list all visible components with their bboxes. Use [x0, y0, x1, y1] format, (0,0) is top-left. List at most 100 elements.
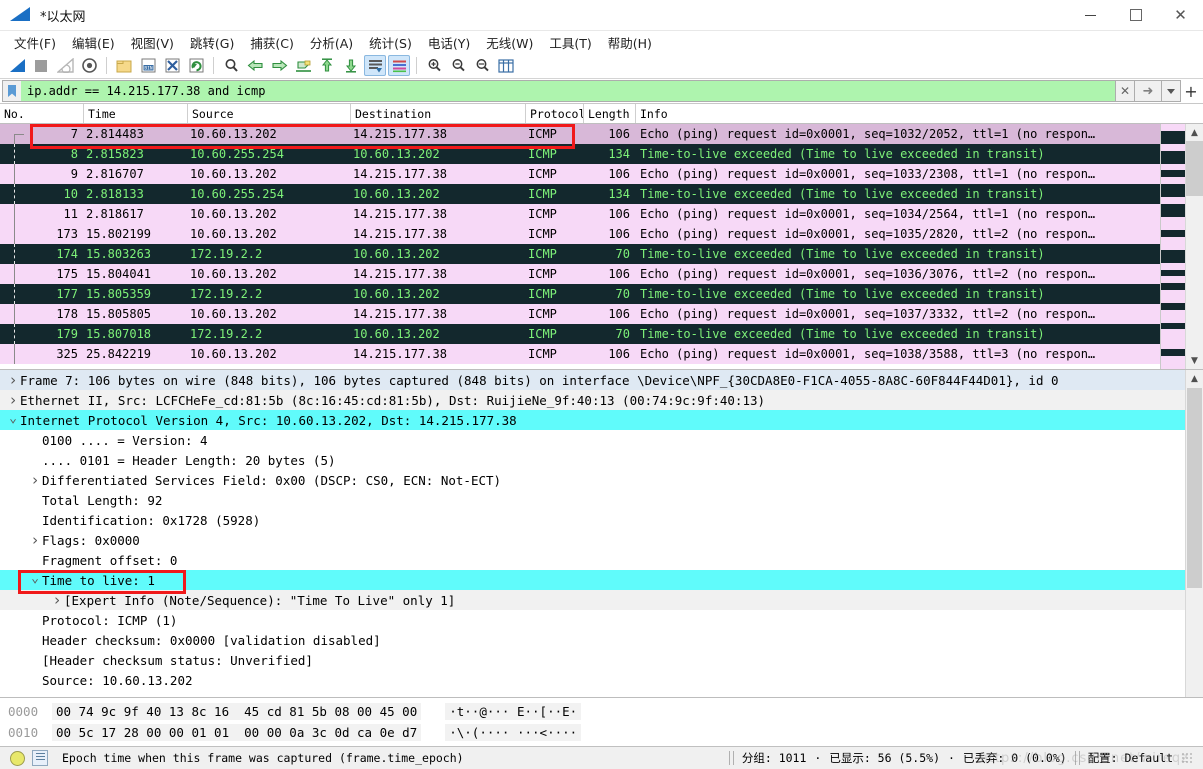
table-row[interactable]: 11 2.818617 10.60.13.202 14.215.177.38 ICMP 1…: [0, 204, 1160, 224]
save-file-icon[interactable]: BIN: [137, 55, 159, 76]
clear-filter-icon[interactable]: ✕: [1115, 80, 1135, 102]
capture-comment-icon[interactable]: [32, 750, 48, 766]
open-file-icon[interactable]: [113, 55, 135, 76]
table-row[interactable]: 325 25.842219 10.60.13.202 14.215.177.38 ICM…: [0, 344, 1160, 364]
column-header-time[interactable]: Time: [84, 104, 188, 123]
scroll-up-arrow-icon[interactable]: ▲: [1186, 124, 1203, 141]
detail-tree-row[interactable]: .... 0101 = Header Length: 20 bytes (5): [0, 450, 1185, 470]
find-packet-icon[interactable]: [220, 55, 242, 76]
column-header-protocol[interactable]: Protocol: [526, 104, 584, 123]
menu-go[interactable]: 跳转(G): [182, 31, 242, 54]
detail-tree-row[interactable]: 0100 .... = Version: 4: [0, 430, 1185, 450]
detail-tree-row[interactable]: ⌄ Time to live: 1: [0, 570, 1185, 590]
detail-tree-row[interactable]: Header checksum: 0x0000 [validation disa…: [0, 630, 1185, 650]
close-file-icon[interactable]: [161, 55, 183, 76]
packet-list-scrollbar[interactable]: ▲ ▼: [1185, 124, 1203, 369]
hex-bytes[interactable]: 00 74 9c 9f 40 13 8c 16 45 cd 81 5b 08 0…: [52, 703, 422, 720]
table-row[interactable]: 10 2.818133 10.60.255.254 10.60.13.202 ICMP 1…: [0, 184, 1160, 204]
detail-tree-row[interactable]: › [Expert Info (Note/Sequence): "Time To …: [0, 590, 1185, 610]
table-row[interactable]: 9 2.816707 10.60.13.202 14.215.177.38 ICMP 10…: [0, 164, 1160, 184]
chevron-down-icon[interactable]: ⌄: [28, 571, 42, 590]
menu-analyze[interactable]: 分析(A): [302, 31, 361, 54]
detail-scrollbar-thumb[interactable]: [1187, 388, 1202, 588]
hex-ascii[interactable]: ·\·(···· ···<····: [445, 724, 582, 741]
table-row[interactable]: 175 15.804041 10.60.13.202 14.215.177.38 ICM…: [0, 264, 1160, 284]
menu-file[interactable]: 文件(F): [6, 31, 64, 54]
detail-scrollbar[interactable]: ▲: [1185, 370, 1203, 697]
table-row[interactable]: 173 15.802199 10.60.13.202 14.215.177.38 ICM…: [0, 224, 1160, 244]
chevron-right-icon[interactable]: ›: [6, 391, 20, 409]
capture-options-icon[interactable]: [78, 55, 100, 76]
menu-telephony[interactable]: 电话(Y): [420, 31, 478, 54]
zoom-out-icon[interactable]: [447, 55, 469, 76]
menu-view[interactable]: 视图(V): [123, 31, 182, 54]
apply-filter-icon[interactable]: ➜: [1135, 80, 1162, 102]
stop-capture-icon[interactable]: [30, 55, 52, 76]
maximize-button[interactable]: [1113, 0, 1158, 30]
table-row[interactable]: 179 15.807018 172.19.2.2 10.60.13.202 ICMP 70…: [0, 324, 1160, 344]
detail-tree-row[interactable]: Source: 10.60.13.202: [0, 670, 1185, 690]
restart-capture-icon[interactable]: [54, 55, 76, 76]
menu-wireless[interactable]: 无线(W): [478, 31, 541, 54]
detail-tree-row[interactable]: › Ethernet II, Src: LCFCHeFe_cd:81:5b (8c…: [0, 390, 1185, 410]
status-profile[interactable]: 配置: Default: [1088, 750, 1173, 766]
chevron-right-icon[interactable]: ›: [28, 471, 42, 489]
column-header-info[interactable]: Info: [636, 104, 1203, 123]
hex-row[interactable]: 0010 00 5c 17 28 00 00 01 01 00 00 0a 3c…: [0, 722, 1203, 743]
go-forward-icon[interactable]: [268, 55, 290, 76]
detail-tree-row[interactable]: › Flags: 0x0000: [0, 530, 1185, 550]
menu-statistics[interactable]: 统计(S): [361, 31, 420, 54]
expert-info-bulb-icon[interactable]: [10, 750, 25, 766]
chevron-right-icon[interactable]: ›: [28, 531, 42, 549]
search-input[interactable]: ip.addr == 14.215.177.38 and icmp: [21, 80, 1115, 102]
table-row[interactable]: 174 15.803263 172.19.2.2 10.60.13.202 ICMP 70…: [0, 244, 1160, 264]
detail-tree-row[interactable]: Fragment offset: 0: [0, 550, 1185, 570]
column-header-source[interactable]: Source: [188, 104, 351, 123]
chevron-right-icon[interactable]: ›: [6, 371, 20, 389]
go-back-icon[interactable]: [244, 55, 266, 76]
table-row[interactable]: 8 2.815823 10.60.255.254 10.60.13.202 ICMP 13…: [0, 144, 1160, 164]
go-to-packet-icon[interactable]: [292, 55, 314, 76]
chevron-right-icon[interactable]: ›: [50, 591, 64, 609]
menu-edit[interactable]: 编辑(E): [64, 31, 123, 54]
zoom-reset-icon[interactable]: [471, 55, 493, 76]
detail-tree-row[interactable]: › Frame 7: 106 bytes on wire (848 bits), …: [0, 370, 1185, 390]
go-last-packet-icon[interactable]: [340, 55, 362, 76]
add-filter-button-icon[interactable]: +: [1181, 80, 1201, 102]
colorize-icon[interactable]: [388, 55, 410, 76]
start-capture-icon[interactable]: [6, 55, 28, 76]
auto-scroll-icon[interactable]: [364, 55, 386, 76]
scrollbar-thumb[interactable]: [1186, 141, 1203, 196]
table-row[interactable]: 178 15.805805 10.60.13.202 14.215.177.38 ICM…: [0, 304, 1160, 324]
detail-tree-row[interactable]: Total Length: 92: [0, 490, 1185, 510]
reload-icon[interactable]: [185, 55, 207, 76]
close-button[interactable]: ✕: [1158, 0, 1203, 30]
menu-tools[interactable]: 工具(T): [541, 31, 599, 54]
minimize-button[interactable]: [1068, 0, 1113, 30]
menu-help[interactable]: 帮助(H): [600, 31, 660, 54]
column-header-destination[interactable]: Destination: [351, 104, 526, 123]
resize-grip-icon[interactable]: [1181, 752, 1193, 764]
scroll-down-arrow-icon[interactable]: ▼: [1186, 352, 1203, 369]
chevron-down-icon[interactable]: [1162, 80, 1181, 102]
detail-tree-row[interactable]: Identification: 0x1728 (5928): [0, 510, 1185, 530]
bookmark-icon[interactable]: [2, 80, 21, 102]
zoom-in-icon[interactable]: [423, 55, 445, 76]
table-row[interactable]: 177 15.805359 172.19.2.2 10.60.13.202 ICMP 70…: [0, 284, 1160, 304]
hex-ascii[interactable]: ·t··@··· E··[··E·: [445, 703, 582, 720]
table-row[interactable]: 7 2.814483 10.60.13.202 14.215.177.38 ICMP 10…: [0, 124, 1160, 144]
column-header-length[interactable]: Length: [584, 104, 636, 123]
hex-row[interactable]: 0000 00 74 9c 9f 40 13 8c 16 45 cd 81 5b…: [0, 701, 1203, 722]
go-first-packet-icon[interactable]: [316, 55, 338, 76]
hex-bytes[interactable]: 00 5c 17 28 00 00 01 01 00 00 0a 3c 0d c…: [52, 724, 422, 741]
detail-tree-row[interactable]: Protocol: ICMP (1): [0, 610, 1185, 630]
detail-tree-row[interactable]: › Differentiated Services Field: 0x00 (DS…: [0, 470, 1185, 490]
menu-capture[interactable]: 捕获(C): [242, 31, 301, 54]
scrollbar-track[interactable]: [1186, 141, 1203, 352]
chevron-down-icon[interactable]: ⌄: [6, 411, 20, 430]
column-header-no[interactable]: No.: [0, 104, 84, 123]
resize-columns-icon[interactable]: [495, 55, 517, 76]
detail-scroll-up-arrow-icon[interactable]: ▲: [1186, 370, 1203, 387]
detail-tree-row[interactable]: ⌄ Internet Protocol Version 4, Src: 10.60…: [0, 410, 1185, 430]
detail-tree-row[interactable]: [Header checksum status: Unverified]: [0, 650, 1185, 670]
